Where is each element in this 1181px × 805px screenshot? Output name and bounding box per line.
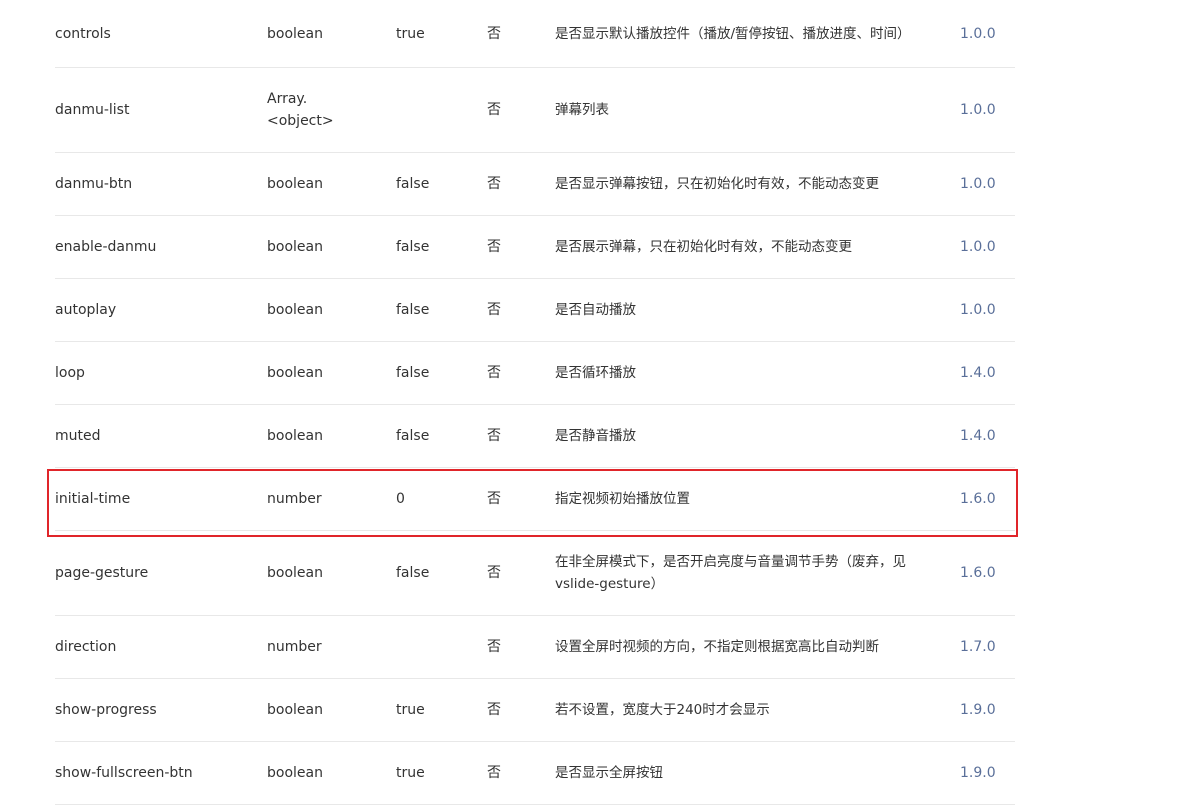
table-row: muted boolean false 否 是否静音播放 1.4.0: [55, 405, 1015, 468]
attr-name: danmu-btn: [55, 176, 133, 192]
attr-default: [396, 616, 476, 678]
attr-default: true: [396, 702, 425, 718]
attr-type: boolean: [267, 428, 323, 444]
attr-version[interactable]: 1.7.0: [960, 616, 1020, 678]
attr-default: false: [396, 365, 430, 381]
table-row: controls boolean true 否 是否显示默认播放控件（播放/暂停…: [55, 0, 1015, 68]
attr-description: 在非全屏模式下，是否开启亮度与音量调节手势（废弃，见vslide-gesture…: [555, 554, 906, 592]
attr-required: 否: [487, 491, 501, 507]
attr-name: muted: [55, 428, 101, 444]
table-row: danmu-list Array. <object> 否 弹幕列表 1.0.0: [55, 68, 1015, 153]
attr-name: page-gesture: [55, 565, 149, 581]
attr-type: boolean: [267, 239, 323, 255]
attr-name: loop: [55, 365, 85, 381]
attr-required: 否: [487, 302, 501, 318]
attr-type: number: [267, 491, 322, 507]
table-row: danmu-btn boolean false 否 是否显示弹幕按钮，只在初始化…: [55, 153, 1015, 216]
attr-description: 是否循环播放: [555, 365, 636, 381]
attr-required: 否: [487, 565, 501, 581]
attr-required: 否: [487, 176, 501, 192]
attr-required: 否: [487, 102, 501, 118]
attr-version[interactable]: 1.0.0: [960, 279, 1020, 341]
table-row-highlighted: initial-time number 0 否 指定视频初始播放位置 1.6.0: [55, 468, 1015, 531]
attr-description: 是否显示弹幕按钮，只在初始化时有效，不能动态变更: [555, 176, 879, 192]
table-row: page-gesture boolean false 否 在非全屏模式下，是否开…: [55, 531, 1015, 616]
attr-description: 是否静音播放: [555, 428, 636, 444]
attr-required: 否: [487, 428, 501, 444]
table-row: loop boolean false 否 是否循环播放 1.4.0: [55, 342, 1015, 405]
attr-required: 否: [487, 25, 501, 42]
table-row: show-fullscreen-btn boolean true 否 是否显示全…: [55, 742, 1015, 805]
attr-version[interactable]: 1.6.0: [960, 531, 1020, 615]
attr-name: enable-danmu: [55, 239, 157, 255]
attr-default: false: [396, 239, 430, 255]
attr-name: show-progress: [55, 702, 157, 718]
attr-description: 设置全屏时视频的方向，不指定则根据宽高比自动判断: [555, 639, 879, 655]
attr-default: false: [396, 565, 430, 581]
attr-type: number: [267, 639, 322, 655]
attr-name: direction: [55, 639, 117, 655]
attr-description: 是否显示默认播放控件（播放/暂停按钮、播放进度、时间）: [555, 25, 911, 42]
attr-version[interactable]: 1.9.0: [960, 679, 1020, 741]
attr-required: 否: [487, 239, 501, 255]
attr-default: false: [396, 428, 430, 444]
attr-name: controls: [55, 25, 111, 42]
attr-name: autoplay: [55, 302, 117, 318]
attr-type: Array. <object>: [267, 68, 377, 152]
attr-description: 若不设置，宽度大于240时才会显示: [555, 702, 770, 718]
attr-type: boolean: [267, 25, 323, 42]
attr-default: true: [396, 25, 425, 42]
attr-type: boolean: [267, 176, 323, 192]
attr-description: 是否自动播放: [555, 302, 636, 318]
attr-version[interactable]: 1.0.0: [960, 216, 1020, 278]
attr-type: boolean: [267, 565, 323, 581]
attr-type-line2: <object>: [267, 113, 334, 129]
attr-default: [396, 68, 476, 152]
attr-required: 否: [487, 639, 501, 655]
table-row: show-progress boolean true 否 若不设置，宽度大于24…: [55, 679, 1015, 742]
attr-name: initial-time: [55, 491, 131, 507]
attr-type: boolean: [267, 365, 323, 381]
attr-type-line1: Array.: [267, 91, 308, 107]
attr-name: show-fullscreen-btn: [55, 765, 193, 781]
attr-default: false: [396, 302, 430, 318]
attr-version[interactable]: 1.0.0: [960, 153, 1020, 215]
table-row: autoplay boolean false 否 是否自动播放 1.0.0: [55, 279, 1015, 342]
attr-description: 是否显示全屏按钮: [555, 765, 663, 781]
attr-required: 否: [487, 365, 501, 381]
attr-type: boolean: [267, 702, 323, 718]
attr-description: 指定视频初始播放位置: [555, 491, 690, 507]
attr-description: 弹幕列表: [555, 102, 609, 118]
attr-version[interactable]: 1.4.0: [960, 342, 1020, 404]
attr-default: true: [396, 765, 425, 781]
attributes-table: controls boolean true 否 是否显示默认播放控件（播放/暂停…: [55, 0, 1015, 805]
table-row: direction number 否 设置全屏时视频的方向，不指定则根据宽高比自…: [55, 616, 1015, 679]
attr-version[interactable]: 1.0.0: [960, 0, 1020, 67]
attr-required: 否: [487, 765, 501, 781]
attr-default: 0: [396, 491, 405, 507]
attr-version[interactable]: 1.4.0: [960, 405, 1020, 467]
attr-required: 否: [487, 702, 501, 718]
attr-version[interactable]: 1.9.0: [960, 742, 1020, 804]
attr-type: boolean: [267, 765, 323, 781]
attr-version[interactable]: 1.0.0: [960, 68, 1020, 152]
attr-default: false: [396, 176, 430, 192]
attr-name: danmu-list: [55, 102, 130, 118]
attr-description: 是否展示弹幕，只在初始化时有效，不能动态变更: [555, 239, 852, 255]
table-row: enable-danmu boolean false 否 是否展示弹幕，只在初始…: [55, 216, 1015, 279]
attr-type: boolean: [267, 302, 323, 318]
attr-version[interactable]: 1.6.0: [960, 468, 1020, 530]
